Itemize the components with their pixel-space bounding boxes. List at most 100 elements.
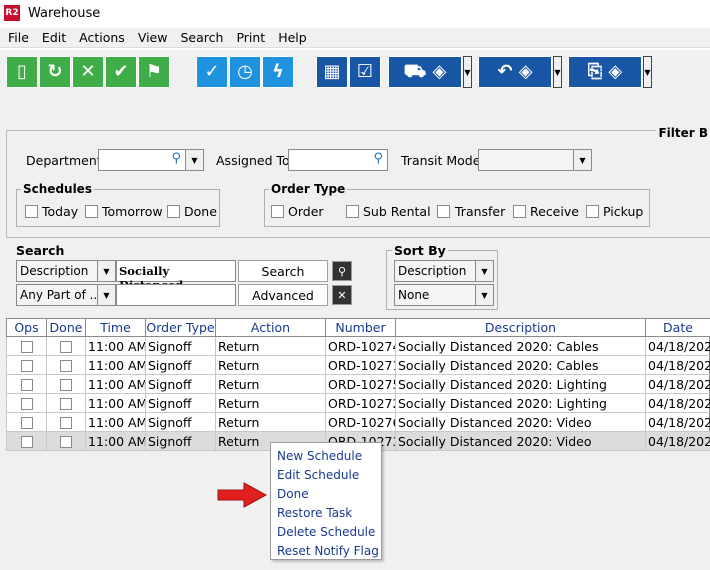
column-header-number[interactable]: Number (325, 318, 396, 337)
column-header-description[interactable]: Description (395, 318, 646, 337)
order-label: Order (288, 204, 324, 219)
ops-checkbox[interactable] (20, 417, 33, 429)
transfer-checkbox[interactable] (437, 205, 450, 218)
truck-dropdown[interactable]: ▼ (463, 56, 472, 88)
done-checkbox[interactable] (60, 398, 72, 410)
search-secondary-input[interactable] (116, 284, 236, 306)
table-row[interactable]: 11:00 AM Signoff Return ORD-10274 Social… (6, 336, 710, 356)
menu-item-delete-schedule[interactable]: Delete Schedule (271, 522, 381, 541)
search-match-select[interactable]: Any Part of ... ▼ (16, 284, 116, 306)
refresh-button[interactable]: ↻ (39, 56, 71, 88)
done-checkbox[interactable] (167, 205, 180, 218)
menu-file[interactable]: File (3, 30, 34, 45)
schedule-check-button[interactable]: ☑ (349, 56, 381, 88)
table-row[interactable]: 11:00 AM Signoff Return ORD-10272 Social… (6, 393, 710, 413)
menu-help[interactable]: Help (273, 30, 312, 45)
description-cell: Socially Distanced 2020: Lighting (395, 393, 646, 413)
menu-search[interactable]: Search (175, 30, 228, 45)
return-dropdown[interactable]: ▼ (553, 56, 562, 88)
table-row[interactable]: 11:00 AM Signoff Return ORD-10275 Social… (6, 374, 710, 394)
cancel-button[interactable]: ✕ (72, 56, 104, 88)
ops-checkbox[interactable] (20, 398, 33, 410)
column-header-done[interactable]: Done (46, 318, 86, 337)
date-cell: 04/18/2020 (645, 412, 710, 432)
number-cell: ORD-10274 (325, 336, 396, 356)
table-row[interactable]: 11:00 AM Signoff Return ORD-10271 Social… (6, 355, 710, 375)
search-input[interactable]: Socially Distanced (116, 260, 236, 292)
confirm-button[interactable]: ✔ (105, 56, 137, 88)
action-cell: Return (215, 374, 326, 394)
done-checkbox[interactable] (60, 360, 72, 372)
menu-item-done[interactable]: Done (271, 484, 381, 503)
column-header-order-type[interactable]: Order Type (145, 318, 216, 337)
today-label: Today (42, 204, 79, 219)
filter-panel-title: Filter B (656, 126, 710, 140)
advanced-button[interactable]: Advanced (238, 284, 328, 306)
column-header-date[interactable]: Date (645, 318, 710, 337)
date-cell: 04/18/2020 (645, 393, 710, 413)
order-type-cell: Signoff (145, 393, 216, 413)
clock-button[interactable]: ◷ (229, 56, 261, 88)
schedule-edit-button[interactable]: ▦ (316, 56, 348, 88)
menu-view[interactable]: View (133, 30, 173, 45)
search-button[interactable]: Search (238, 260, 328, 282)
truck-button[interactable]: ⛟ ◈ (388, 56, 462, 88)
clock-icon: ◷ (237, 61, 253, 82)
receive-checkbox[interactable] (513, 205, 526, 218)
clear-search-button[interactable]: ✕ (332, 285, 352, 305)
transit-mode-dropdown[interactable]: ▼ (478, 149, 592, 171)
hand-truck-button[interactable]: ⚑ (138, 56, 170, 88)
done-checkbox[interactable] (60, 436, 72, 448)
menu-edit[interactable]: Edit (37, 30, 71, 45)
ops-checkbox[interactable] (20, 341, 33, 353)
sort-secondary-select[interactable]: None ▼ (394, 284, 494, 306)
checkin-button[interactable]: ⎘ ◈ (568, 56, 642, 88)
check-circle-button[interactable]: ✓ (196, 56, 228, 88)
action-cell: Return (215, 393, 326, 413)
checkin-dropdown[interactable]: ▼ (643, 56, 652, 88)
done-checkbox[interactable] (60, 417, 72, 429)
column-header-action[interactable]: Action (215, 318, 326, 337)
ops-checkbox[interactable] (20, 379, 33, 391)
menu-actions[interactable]: Actions (74, 30, 130, 45)
pickup-label: Pickup (603, 204, 644, 219)
menu-print[interactable]: Print (231, 30, 270, 45)
return-button[interactable]: ↶ ◈ (478, 56, 552, 88)
receive-label: Receive (530, 204, 579, 219)
search-field-select[interactable]: Description ▼ (16, 260, 116, 282)
done-cell (46, 431, 86, 451)
column-header-ops[interactable]: Ops (6, 318, 47, 337)
menu-item-new-schedule[interactable]: New Schedule (271, 446, 381, 465)
new-document-button[interactable]: ▯ (6, 56, 38, 88)
menu-item-restore-task[interactable]: Restore Task (271, 503, 381, 522)
chevron-down-icon: ▼ (97, 285, 115, 305)
menu-item-reset-notify-flag[interactable]: Reset Notify Flag (271, 541, 381, 560)
done-checkbox[interactable] (60, 341, 72, 353)
pickup-checkbox[interactable] (586, 205, 599, 218)
tomorrow-checkbox[interactable] (85, 205, 98, 218)
done-checkbox[interactable] (60, 379, 72, 391)
tomorrow-label: Tomorrow (102, 204, 163, 219)
sort-primary-select[interactable]: Description ▼ (394, 260, 494, 282)
chevron-down-icon: ▼ (97, 261, 115, 281)
column-header-time[interactable]: Time (85, 318, 146, 337)
sub-rental-checkbox[interactable] (346, 205, 359, 218)
chevron-down-icon: ▼ (644, 67, 651, 77)
today-checkbox[interactable] (25, 205, 38, 218)
menu-item-edit-schedule[interactable]: Edit Schedule (271, 465, 381, 484)
table-row[interactable]: 11:00 AM Signoff Return ORD-10276 Social… (6, 412, 710, 432)
number-cell: ORD-10271 (325, 355, 396, 375)
department-dropdown[interactable]: ▼ (185, 149, 204, 171)
lightning-button[interactable]: ϟ (262, 56, 294, 88)
sort-primary-value: Description (398, 264, 467, 278)
assigned-to-input[interactable]: ⚲ (288, 149, 388, 171)
department-input[interactable]: ⚲ (98, 149, 186, 171)
ops-checkbox[interactable] (20, 360, 33, 372)
return-arrow-icon: ↶ ◈ (497, 61, 533, 82)
ops-checkbox[interactable] (20, 436, 33, 448)
order-checkbox[interactable] (271, 205, 284, 218)
search-go-button[interactable]: ⚲ (332, 261, 352, 281)
done-cell (46, 336, 86, 356)
time-cell: 11:00 AM (85, 431, 146, 451)
schedule-table: Ops Done Time Order Type Action Number D… (6, 318, 710, 451)
